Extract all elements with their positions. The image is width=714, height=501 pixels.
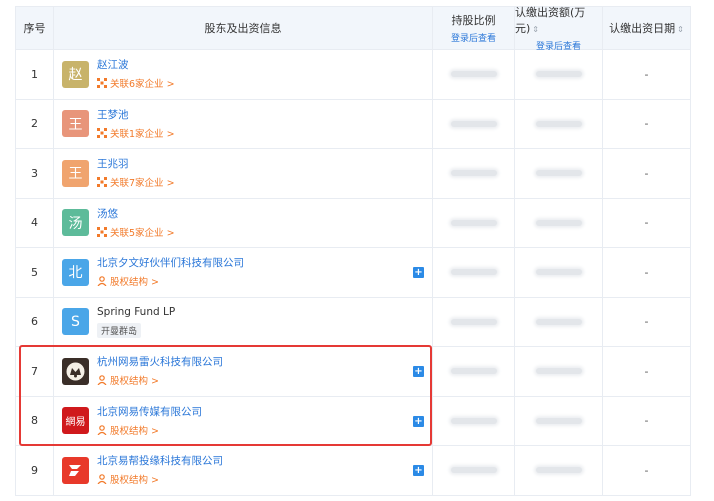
hidden-ratio: [450, 318, 497, 325]
avatar: 王: [62, 159, 89, 187]
hidden-ratio: [450, 219, 497, 226]
network-icon: [97, 127, 107, 138]
equity-structure-link[interactable]: 股权结构 >: [97, 423, 202, 437]
hidden-ratio: [450, 120, 497, 127]
table-row: 3 王 王兆羽 关联7家企业 > -: [16, 149, 690, 199]
avatar: 汤: [62, 209, 89, 237]
header-index: 序号: [16, 7, 54, 49]
hidden-amount: [535, 120, 582, 127]
shareholder-name-link[interactable]: 北京夕文好伙伴们科技有限公司: [97, 256, 244, 270]
equity-structure-link[interactable]: 股权结构 >: [97, 274, 244, 288]
login-to-view-link[interactable]: 登录后查看: [451, 31, 496, 44]
expand-plus-icon[interactable]: +: [413, 465, 424, 477]
header-ratio: 持股比例 登录后查看: [433, 7, 515, 49]
person-icon: [97, 424, 107, 435]
row-index: 3: [16, 149, 54, 198]
related-companies-link[interactable]: 关联1家企业 >: [97, 126, 175, 140]
row-index: 1: [16, 50, 54, 99]
shareholder-name-link[interactable]: 杭州网易雷火科技有限公司: [97, 355, 223, 369]
equity-structure-link[interactable]: 股权结构 >: [97, 472, 223, 486]
expand-plus-icon[interactable]: +: [413, 267, 424, 279]
hidden-amount: [535, 318, 582, 325]
person-icon: [97, 375, 107, 386]
date-cell: -: [644, 463, 649, 477]
table-row: 7 杭州网易雷火科技有限公司 股权结构 > + -: [16, 347, 690, 397]
table-row: 2 王 王梦池 关联1家企业 > -: [16, 99, 690, 149]
leihuo-logo-icon: [66, 362, 85, 381]
row-index: 9: [16, 446, 54, 495]
region-tag: 开曼群岛: [97, 323, 142, 339]
avatar: 北: [62, 258, 89, 286]
expand-plus-icon[interactable]: +: [413, 415, 424, 427]
hidden-amount: [535, 368, 582, 375]
date-cell: -: [644, 216, 649, 230]
related-companies-link[interactable]: 关联6家企业 >: [97, 76, 175, 90]
shareholder-name-link[interactable]: 北京网易传媒有限公司: [97, 405, 202, 419]
shareholder-name-link[interactable]: 王兆羽: [97, 157, 175, 171]
date-cell: -: [644, 414, 649, 428]
shareholder-table: 序号 股东及出资信息 持股比例 登录后查看 认缴出资额(万元) ⇕ 登录后查看 认…: [15, 6, 691, 496]
row-index: 5: [16, 248, 54, 297]
row-index: 8: [16, 396, 54, 445]
equity-structure-link[interactable]: 股权结构 >: [97, 373, 223, 387]
related-companies-link[interactable]: 关联5家企业 >: [97, 225, 175, 239]
network-icon: [97, 78, 107, 89]
date-cell: -: [644, 315, 649, 329]
shareholder-name-link[interactable]: 王梦池: [97, 108, 175, 122]
table-header: 序号 股东及出资信息 持股比例 登录后查看 认缴出资额(万元) ⇕ 登录后查看 认…: [16, 6, 690, 52]
table-row: 4 汤 汤悠 关联5家企业 > -: [16, 198, 690, 248]
network-icon: [97, 226, 107, 237]
company-logo: [62, 456, 89, 484]
table-row: 6 S Spring Fund LP 开曼群岛 -: [16, 297, 690, 347]
hidden-ratio: [450, 417, 497, 424]
shareholder-name-link[interactable]: 汤悠: [97, 207, 175, 221]
company-logo: [62, 357, 89, 385]
hidden-ratio: [450, 269, 497, 276]
expand-plus-icon[interactable]: +: [413, 366, 424, 378]
table-row: 5 北 北京夕文好伙伴们科技有限公司 股权结构 > + -: [16, 248, 690, 298]
hidden-ratio: [450, 368, 497, 375]
header-shareholder: 股东及出资信息: [54, 7, 433, 49]
shareholder-name-link[interactable]: 赵江波: [97, 58, 175, 72]
date-cell: -: [644, 67, 649, 81]
hidden-amount: [535, 269, 582, 276]
table-row: 8 網易 北京网易传媒有限公司 股权结构 > + -: [16, 396, 690, 446]
company-logo: 網易: [62, 407, 89, 435]
person-icon: [97, 276, 107, 287]
table-row: 1 赵 赵江波 关联6家企业 > -: [16, 50, 690, 100]
row-index: 7: [16, 347, 54, 396]
sort-icon[interactable]: ⇕: [532, 25, 539, 34]
shareholder-name: Spring Fund LP: [97, 306, 176, 319]
date-cell: -: [644, 364, 649, 378]
row-index: 2: [16, 99, 54, 148]
hidden-amount: [535, 417, 582, 424]
avatar: S: [62, 308, 89, 336]
row-index: 4: [16, 198, 54, 247]
row-index: 6: [16, 297, 54, 346]
hidden-amount: [535, 219, 582, 226]
shareholder-name-link[interactable]: 北京易帮投缘科技有限公司: [97, 454, 223, 468]
hidden-ratio: [450, 170, 497, 177]
header-date[interactable]: 认缴出资日期 ⇕: [603, 7, 690, 49]
person-icon: [97, 474, 107, 485]
hidden-amount: [535, 71, 582, 78]
header-amount[interactable]: 认缴出资额(万元) ⇕ 登录后查看: [515, 6, 603, 52]
hidden-amount: [535, 170, 582, 177]
network-icon: [97, 177, 107, 188]
avatar: 王: [62, 110, 89, 138]
date-cell: -: [644, 117, 649, 131]
hidden-ratio: [450, 71, 497, 78]
related-companies-link[interactable]: 关联7家企业 >: [97, 175, 175, 189]
hidden-amount: [535, 467, 582, 474]
date-cell: -: [644, 265, 649, 279]
date-cell: -: [644, 166, 649, 180]
hidden-ratio: [450, 467, 497, 474]
table-row: 9 北京易帮投缘科技有限公司 股权结构 > + -: [16, 446, 690, 496]
avatar: 赵: [62, 60, 89, 88]
yibang-logo-icon: [69, 464, 81, 476]
sort-icon[interactable]: ⇕: [677, 25, 684, 34]
